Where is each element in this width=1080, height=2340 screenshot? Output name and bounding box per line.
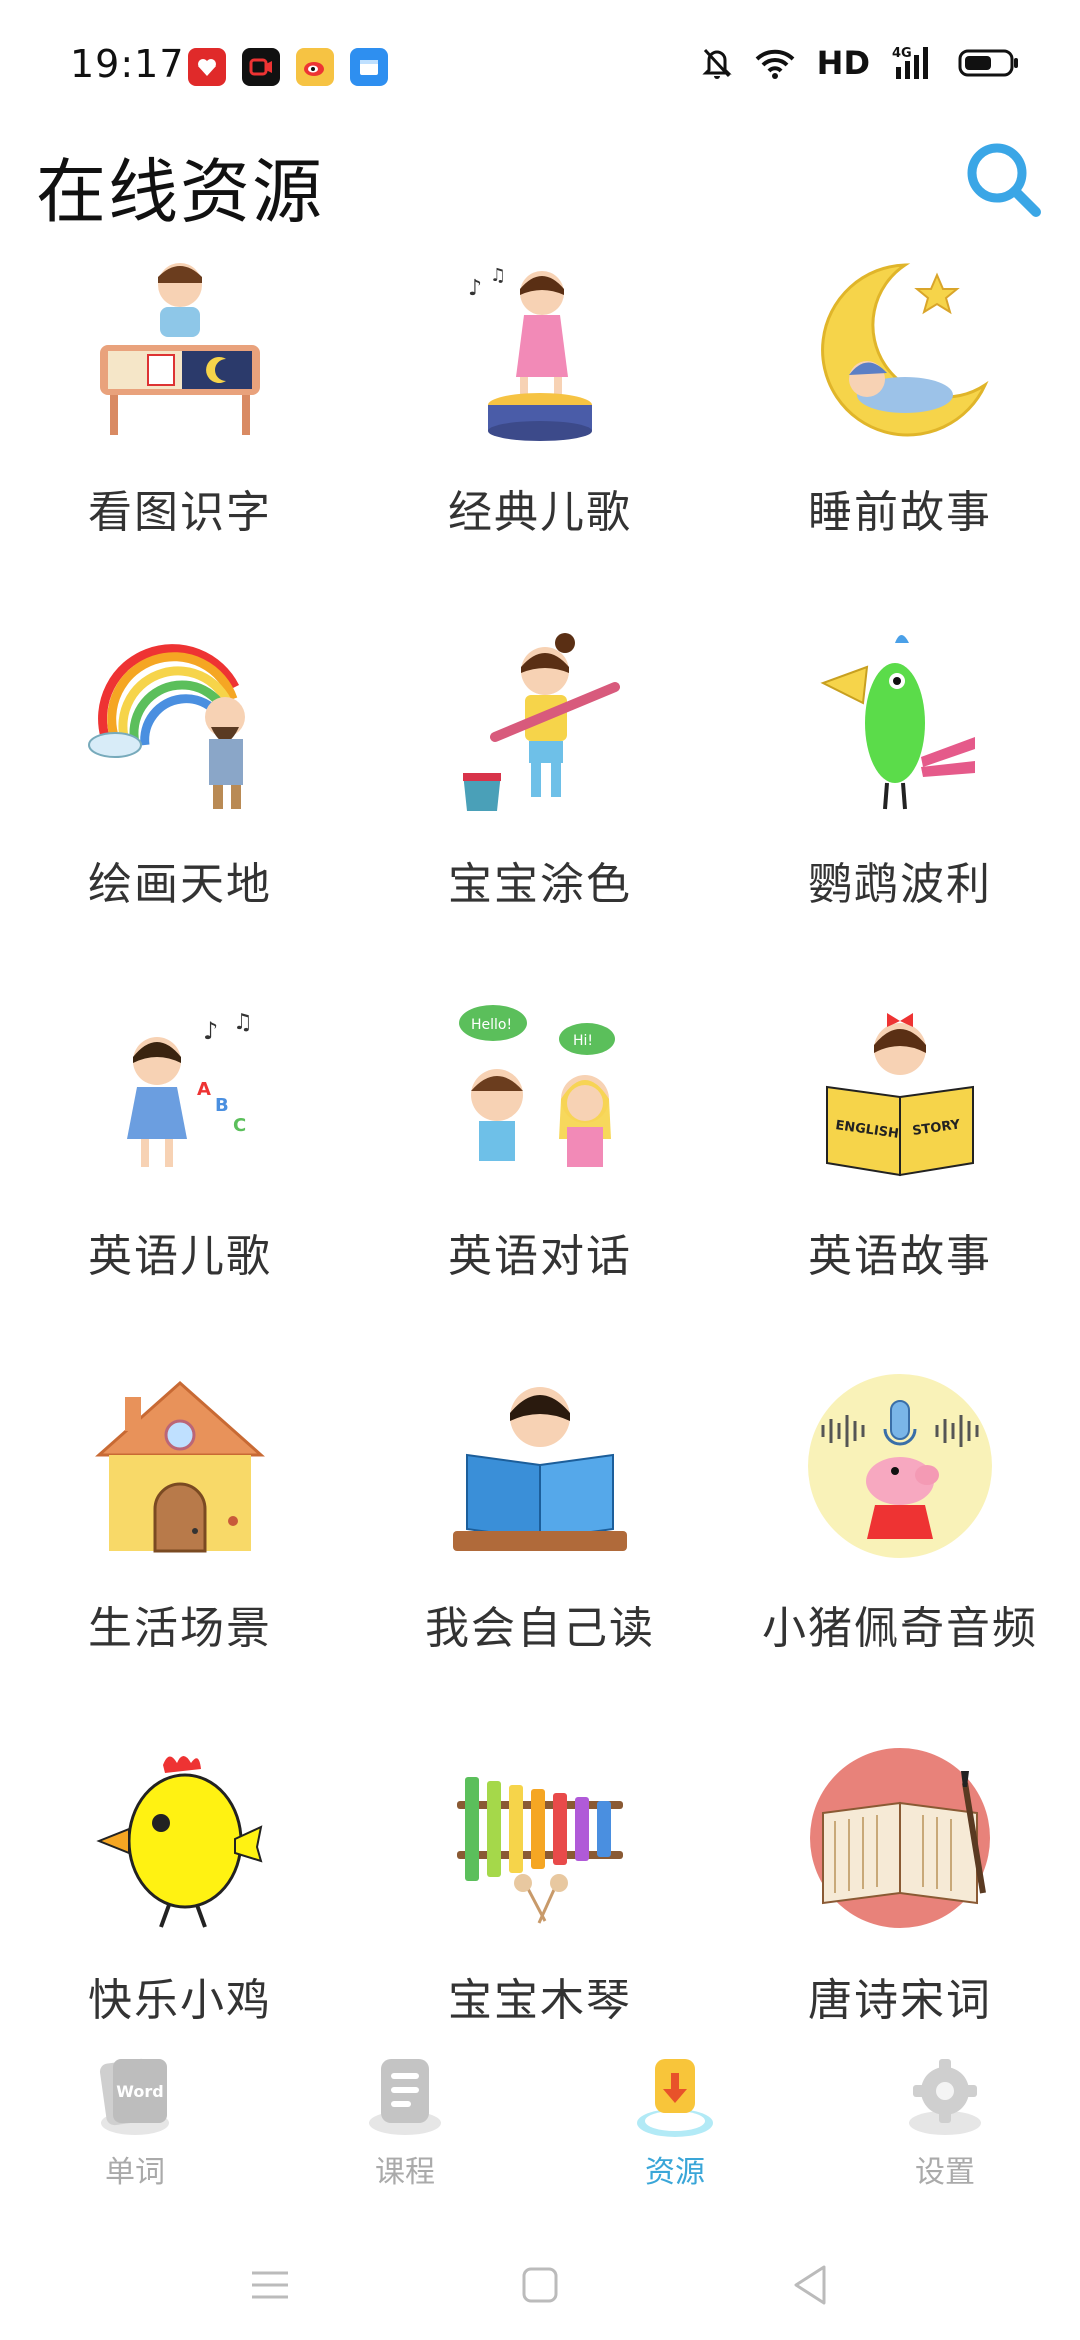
tile-label: 经典儿歌 [448, 487, 632, 538]
tile-english-dialogue[interactable]: Hello! Hi! 英语对话 [360, 994, 720, 1366]
svg-text:Hello!: Hello! [471, 1017, 512, 1033]
nav-item-words[interactable]: Word 单词 [0, 2045, 270, 2205]
girl-with-brush-icon [440, 622, 640, 822]
girl-singing-icon: ♪ ♫ [440, 250, 640, 450]
home-button[interactable] [510, 2255, 570, 2315]
scroll-book-icon [800, 1738, 1000, 1938]
battery-icon [958, 49, 1018, 77]
tile-label: 绘画天地 [88, 859, 272, 910]
search-icon [967, 143, 1041, 217]
tile-label: 宝宝涂色 [448, 859, 632, 910]
tile-label: 英语儿歌 [88, 1231, 272, 1282]
menu-button[interactable] [240, 2255, 300, 2315]
chick-icon [80, 1738, 280, 1938]
english-story-book-icon: ENGLISH STORY [800, 994, 1000, 1194]
nav-label: 设置 [915, 2155, 975, 2190]
tile-label: 唐诗宋词 [808, 1975, 992, 2026]
tile-painting-world[interactable]: 绘画天地 [0, 622, 360, 994]
tile-baby-coloring[interactable]: 宝宝涂色 [360, 622, 720, 994]
tile-polly-parrot[interactable]: 鹦鹉波利 [720, 622, 1080, 994]
cloud-download-icon [625, 2045, 725, 2145]
tile-english-stories[interactable]: ENGLISH STORY 英语故事 [720, 994, 1080, 1366]
parrot-icon [800, 622, 1000, 822]
network-type: HD [816, 44, 870, 82]
moon-baby-icon [800, 250, 1000, 450]
svg-text:♫: ♫ [233, 1010, 253, 1035]
house-icon [80, 1366, 280, 1566]
nav-item-settings[interactable]: 设置 [810, 2045, 1080, 2205]
nav-label: 课程 [375, 2155, 435, 2190]
svg-text:♪: ♪ [203, 1017, 218, 1045]
tile-label: 宝宝木琴 [448, 1975, 632, 2026]
search-button[interactable] [962, 138, 1044, 220]
girl-abc-icon: ♪ ♫ A B C [80, 994, 280, 1194]
hamburger-icon [252, 2271, 288, 2299]
boy-reading-icon [440, 1366, 640, 1566]
app-notification-icon [188, 48, 226, 86]
system-indicators: HD 4G [701, 44, 1020, 82]
triangle-back-icon [794, 2265, 826, 2305]
kid-at-desk-icon [80, 250, 280, 450]
tile-english-songs[interactable]: ♪ ♫ A B C 英语儿歌 [0, 994, 360, 1366]
weibo-icon [296, 48, 334, 86]
wifi-icon [755, 49, 795, 79]
svg-text:C: C [233, 1115, 246, 1136]
status-time: 19:17 [70, 42, 185, 86]
nav-item-resources[interactable]: 资源 [540, 2045, 810, 2205]
course-list-icon [355, 2045, 455, 2145]
tile-label: 小猪佩奇音频 [762, 1603, 1038, 1654]
tile-classic-songs[interactable]: ♪ ♫ 经典儿歌 [360, 250, 720, 622]
mute-bell-icon [702, 48, 732, 79]
xylophone-icon [440, 1738, 640, 1938]
nav-item-courses[interactable]: 课程 [270, 2045, 540, 2205]
tile-look-and-learn[interactable]: 看图识字 [0, 250, 360, 622]
nav-label: 资源 [645, 2155, 705, 2190]
square-home-icon [522, 2267, 558, 2303]
tile-label: 英语故事 [808, 1231, 992, 1282]
tile-label: 我会自己读 [425, 1603, 655, 1654]
tile-peppa-audio[interactable]: 小猪佩奇音频 [720, 1366, 1080, 1738]
bottom-nav: Word 单词 课程 资源 设置 [0, 2045, 1080, 2205]
video-app-icon [242, 48, 280, 86]
tile-life-scenes[interactable]: 生活场景 [0, 1366, 360, 1738]
resource-grid: 看图识字 ♪ ♫ 经典儿歌 睡前故事 绘画天地 宝宝涂色 鹦鹉波利 ♪ ♫ A … [0, 250, 1080, 2110]
notification-icons [188, 48, 388, 86]
status-bar: 19:17 HD 4G [0, 0, 1080, 130]
svg-text:Hi!: Hi! [573, 1033, 593, 1049]
pig-microphone-icon [800, 1366, 1000, 1566]
word-card-icon: Word [85, 2045, 185, 2145]
tile-label: 鹦鹉波利 [808, 859, 992, 910]
svg-text:♫: ♫ [490, 265, 506, 286]
cell-signal-icon: 4G [892, 46, 928, 79]
rainbow-painter-icon [80, 622, 280, 822]
tile-bedtime-stories[interactable]: 睡前故事 [720, 250, 1080, 622]
tile-label: 快乐小鸡 [88, 1975, 272, 2026]
svg-text:A: A [197, 1079, 211, 1100]
gear-icon [895, 2045, 995, 2145]
files-app-icon [350, 48, 388, 86]
tile-label: 生活场景 [88, 1603, 272, 1654]
tile-label: 睡前故事 [808, 487, 992, 538]
svg-text:4G: 4G [892, 46, 912, 61]
svg-text:♪: ♪ [468, 276, 482, 301]
svg-text:B: B [215, 1095, 229, 1116]
kids-hello-icon: Hello! Hi! [440, 994, 640, 1194]
tile-read-by-myself[interactable]: 我会自己读 [360, 1366, 720, 1738]
system-navigation-bar [0, 2230, 1080, 2340]
word-badge: Word [116, 2082, 163, 2101]
nav-label: 单词 [105, 2155, 165, 2190]
tile-label: 看图识字 [88, 487, 272, 538]
back-button[interactable] [780, 2255, 840, 2315]
page-title: 在线资源 [36, 151, 324, 233]
tile-label: 英语对话 [448, 1231, 632, 1282]
